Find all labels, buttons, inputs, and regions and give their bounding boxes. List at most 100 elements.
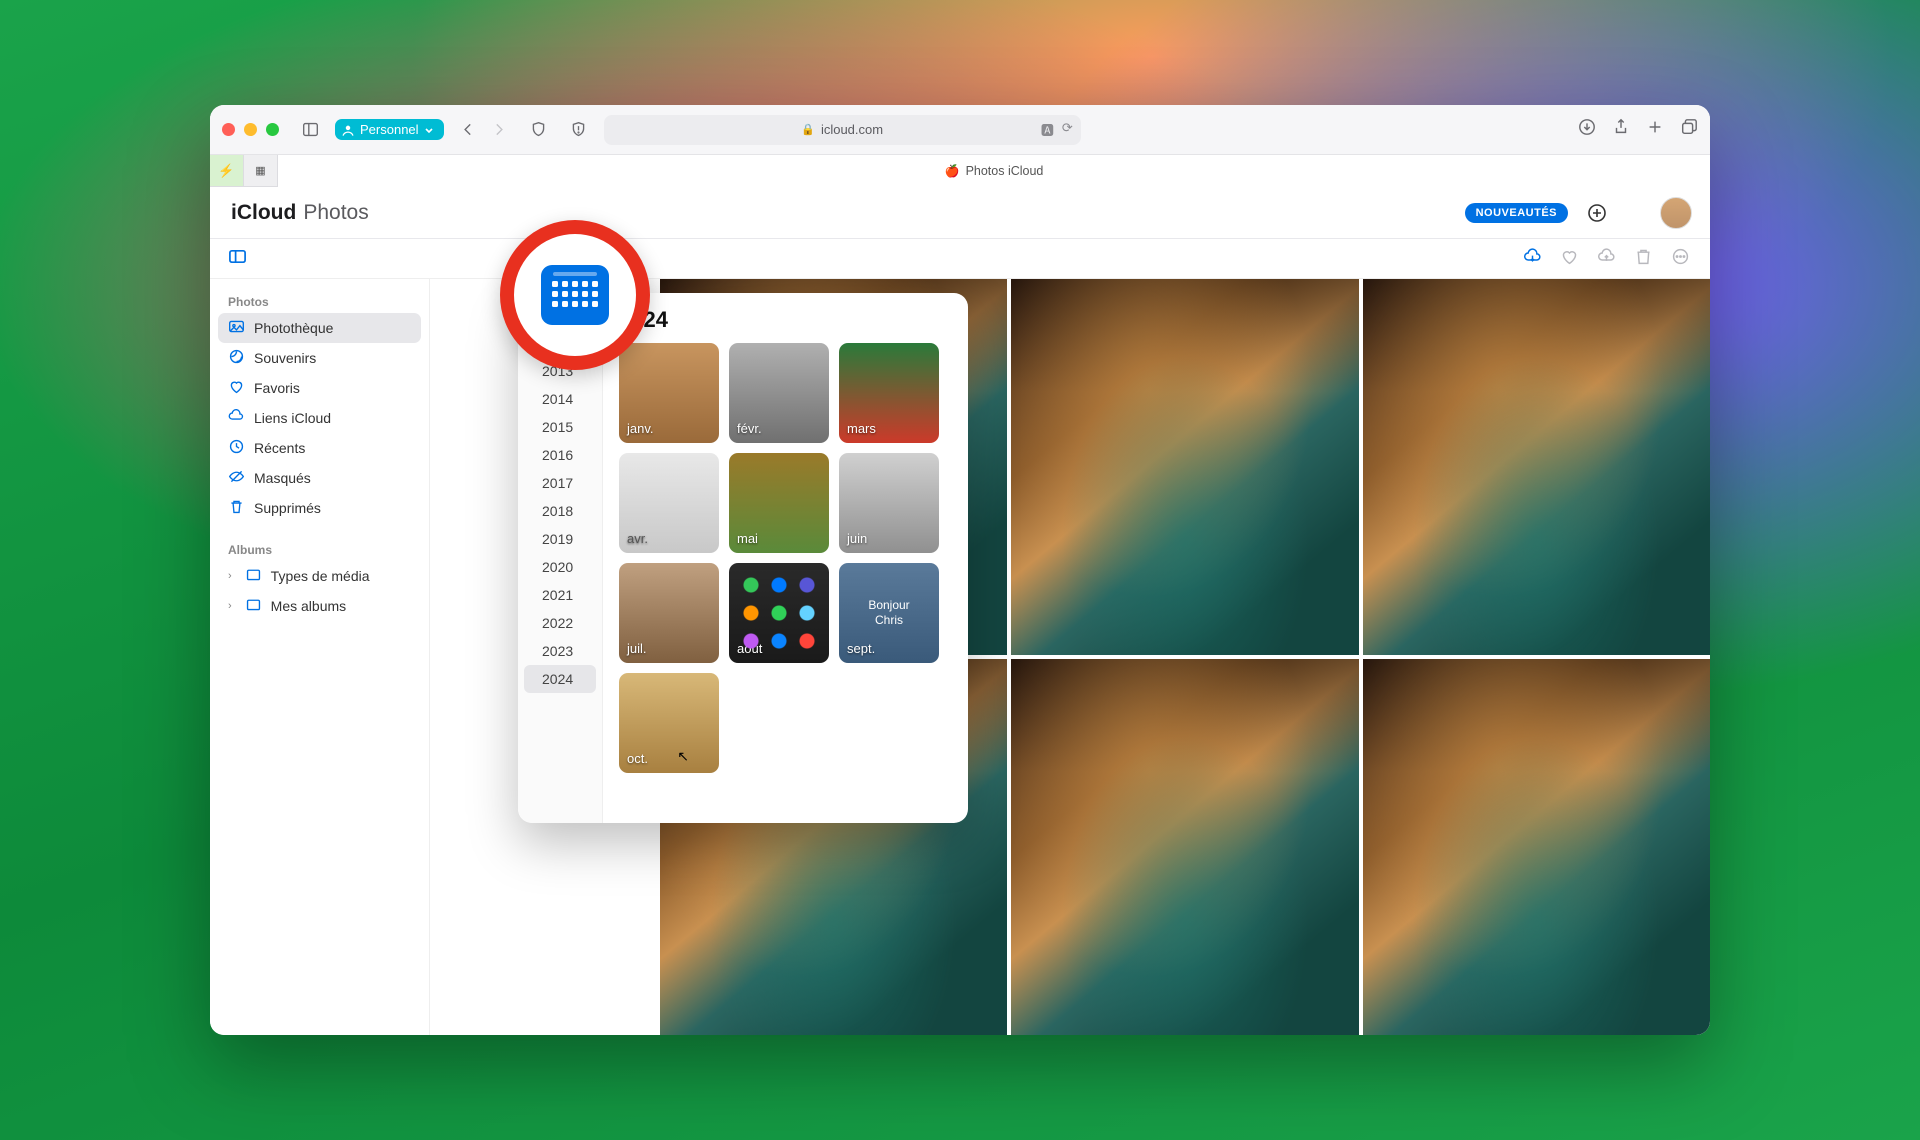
new-tab-icon[interactable] bbox=[1646, 118, 1664, 141]
sidebar-item-label: Photothèque bbox=[254, 320, 333, 336]
year-item[interactable]: 2023 bbox=[524, 637, 596, 665]
year-item[interactable]: 2017 bbox=[524, 469, 596, 497]
sidebar-item-memories[interactable]: Souvenirs bbox=[218, 343, 421, 373]
photo-thumbnail[interactable] bbox=[1363, 279, 1710, 655]
favorite-icon[interactable] bbox=[1560, 247, 1579, 271]
calendar-icon[interactable] bbox=[541, 265, 609, 325]
year-item[interactable]: 2020 bbox=[524, 553, 596, 581]
photos-sidebar: Photos Photothèque Souvenirs Favoris Lie… bbox=[210, 279, 430, 1035]
sidebar-item-label: Favoris bbox=[254, 380, 300, 396]
month-tile-aug[interactable]: août bbox=[729, 563, 829, 663]
sidebar-item-my-albums[interactable]: › Mes albums bbox=[218, 591, 421, 621]
year-list[interactable]: 2011 2012 2013 2014 2015 2016 2017 2018 … bbox=[518, 293, 603, 823]
apps-grid-icon[interactable] bbox=[1622, 202, 1644, 224]
library-icon bbox=[228, 318, 245, 338]
translate-icon[interactable]: 🅰︎ bbox=[1041, 120, 1054, 139]
tab-overview-icon[interactable] bbox=[1680, 118, 1698, 141]
heart-icon bbox=[228, 378, 245, 398]
tab-title: Photos iCloud bbox=[966, 164, 1044, 178]
month-tile-oct[interactable]: oct. ↖ bbox=[619, 673, 719, 773]
sidebar-item-label: Masqués bbox=[254, 470, 311, 486]
month-pane: 2024 janv. févr. mars avr. mai juin juil… bbox=[603, 293, 968, 823]
trash-icon[interactable] bbox=[1634, 247, 1653, 271]
close-window-button[interactable] bbox=[222, 123, 235, 136]
privacy-shield-icon[interactable] bbox=[564, 117, 594, 143]
photo-grid-area: + 2011 2012 2013 2014 2015 2016 bbox=[430, 279, 1710, 1035]
sidebar-collapse-icon[interactable] bbox=[228, 247, 247, 271]
month-tile-feb[interactable]: févr. bbox=[729, 343, 829, 443]
cloud-upload-icon[interactable] bbox=[1597, 247, 1616, 271]
sidebar-item-recent[interactable]: Récents bbox=[218, 433, 421, 463]
month-label: juin bbox=[847, 531, 867, 546]
sidebar-item-label: Récents bbox=[254, 440, 305, 456]
profile-label: Personnel bbox=[360, 122, 419, 137]
year-item[interactable]: 2021 bbox=[524, 581, 596, 609]
annotation-highlight-ring bbox=[500, 220, 650, 370]
cloud-link-icon bbox=[228, 408, 245, 428]
year-item-selected[interactable]: 2024 bbox=[524, 665, 596, 693]
year-item[interactable]: 2016 bbox=[524, 441, 596, 469]
sept-overlay: BonjourChris bbox=[839, 598, 939, 628]
active-tab[interactable]: 🍎 Photos iCloud bbox=[278, 155, 1710, 187]
pinned-tab-1[interactable]: ⚡ bbox=[210, 155, 244, 186]
sidebar-section-photos: Photos bbox=[218, 289, 421, 313]
news-button[interactable]: NOUVEAUTÉS bbox=[1465, 203, 1568, 223]
month-label: janv. bbox=[627, 421, 654, 436]
month-tile-may[interactable]: mai bbox=[729, 453, 829, 553]
cloud-download-icon[interactable] bbox=[1523, 247, 1542, 271]
lock-icon: 🔒 bbox=[801, 123, 815, 136]
brand-icloud: iCloud bbox=[231, 201, 296, 225]
sidebar-toggle-button[interactable] bbox=[295, 117, 325, 143]
sidebar-item-media-types[interactable]: › Types de média bbox=[218, 561, 421, 591]
profile-switcher-button[interactable]: Personnel bbox=[335, 119, 444, 140]
month-label: sept. bbox=[847, 641, 875, 656]
sidebar-section-albums: Albums bbox=[218, 537, 421, 561]
album-icon bbox=[245, 596, 262, 616]
sidebar-item-hidden[interactable]: Masqués bbox=[218, 463, 421, 493]
sidebar-item-label: Types de média bbox=[271, 568, 370, 584]
date-picker-popover: 2011 2012 2013 2014 2015 2016 2017 2018 … bbox=[518, 293, 968, 823]
more-icon[interactable] bbox=[1671, 247, 1690, 271]
nav-forward-button[interactable] bbox=[484, 117, 514, 143]
share-icon[interactable] bbox=[1612, 118, 1630, 141]
sidebar-item-library[interactable]: Photothèque bbox=[218, 313, 421, 343]
reload-icon[interactable]: ⟳ bbox=[1062, 120, 1073, 139]
year-item[interactable]: 2014 bbox=[524, 385, 596, 413]
sidebar-item-icloud-links[interactable]: Liens iCloud bbox=[218, 403, 421, 433]
main-area: Photos Photothèque Souvenirs Favoris Lie… bbox=[210, 279, 1710, 1035]
month-tile-jul[interactable]: juil. bbox=[619, 563, 719, 663]
shield-icon[interactable] bbox=[524, 117, 554, 143]
photo-thumbnail[interactable] bbox=[1011, 279, 1358, 655]
month-label: juil. bbox=[627, 641, 647, 656]
pinned-tab-2[interactable]: ▦ bbox=[244, 155, 278, 186]
account-avatar[interactable] bbox=[1660, 197, 1692, 229]
chevron-right-icon: › bbox=[228, 600, 232, 612]
sidebar-item-label: Souvenirs bbox=[254, 350, 316, 366]
nav-back-button[interactable] bbox=[454, 117, 484, 143]
month-tile-apr[interactable]: avr. bbox=[619, 453, 719, 553]
month-label: mai bbox=[737, 531, 758, 546]
downloads-icon[interactable] bbox=[1578, 118, 1596, 141]
brand-photos: Photos bbox=[303, 201, 368, 225]
year-item[interactable]: 2015 bbox=[524, 413, 596, 441]
minimize-window-button[interactable] bbox=[244, 123, 257, 136]
year-item[interactable]: 2022 bbox=[524, 609, 596, 637]
month-tile-mar[interactable]: mars bbox=[839, 343, 939, 443]
year-item[interactable]: 2019 bbox=[524, 525, 596, 553]
trash-icon bbox=[228, 498, 245, 518]
icloud-photos-brand: iCloud Photos bbox=[228, 201, 369, 225]
photo-thumbnail[interactable] bbox=[1363, 659, 1710, 1035]
photo-thumbnail[interactable] bbox=[1011, 659, 1358, 1035]
chevron-right-icon: › bbox=[228, 570, 232, 582]
sidebar-item-deleted[interactable]: Supprimés bbox=[218, 493, 421, 523]
month-tile-sep[interactable]: BonjourChris sept. bbox=[839, 563, 939, 663]
sidebar-item-favorites[interactable]: Favoris bbox=[218, 373, 421, 403]
month-label: févr. bbox=[737, 421, 762, 436]
address-bar[interactable]: 🔒 icloud.com 🅰︎ ⟳ bbox=[604, 115, 1081, 145]
month-tile-jan[interactable]: janv. bbox=[619, 343, 719, 443]
month-tile-jun[interactable]: juin bbox=[839, 453, 939, 553]
year-item[interactable]: 2018 bbox=[524, 497, 596, 525]
add-icon[interactable] bbox=[1586, 202, 1608, 224]
browser-titlebar: Personnel 🔒 icloud.com 🅰︎ ⟳ bbox=[210, 105, 1710, 155]
zoom-window-button[interactable] bbox=[266, 123, 279, 136]
